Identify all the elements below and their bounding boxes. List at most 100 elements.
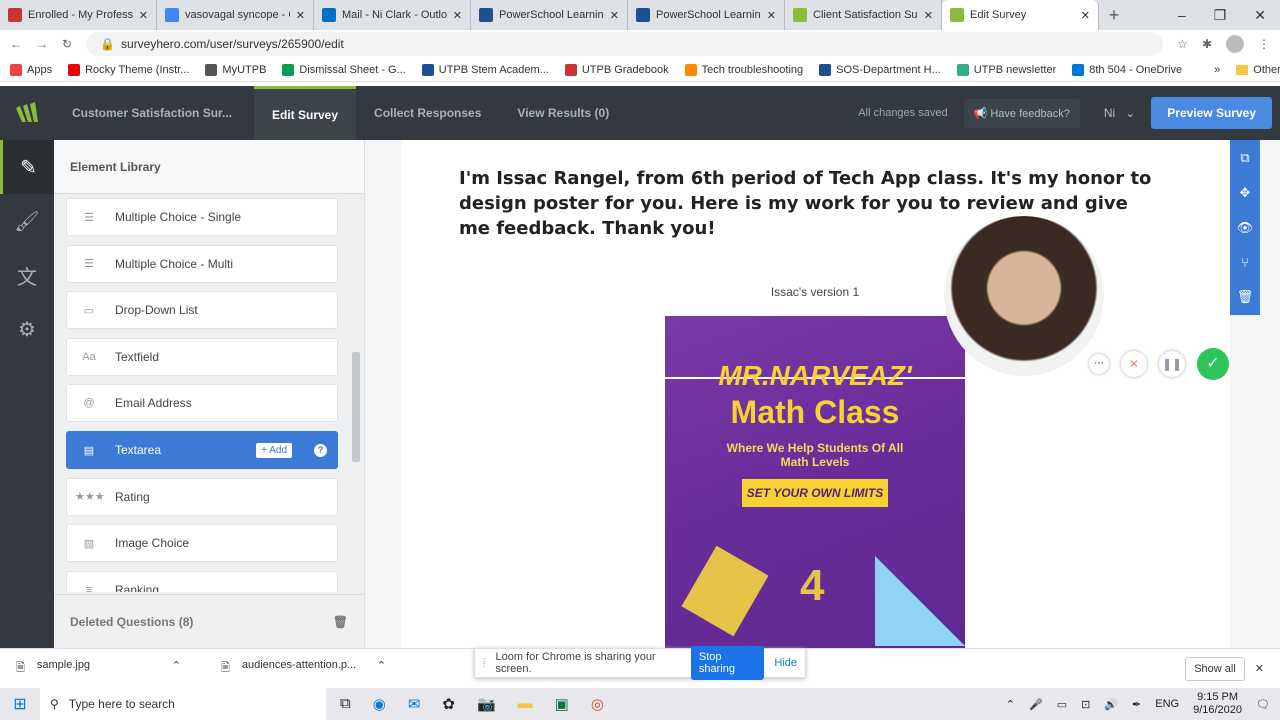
eye-icon[interactable]: 👁 (1237, 220, 1254, 236)
finish-recording-icon[interactable]: ✓ (1197, 348, 1229, 380)
extensions-icon[interactable]: ✱ (1202, 37, 1212, 51)
poster-image[interactable]: MR.NARVEAZ' Math Class Where We Help Stu… (665, 316, 965, 648)
deleted-questions[interactable]: Deleted Questions (8) 🗑 (54, 594, 364, 648)
mic-icon[interactable]: 🎤 (1029, 698, 1043, 711)
webcam-bubble[interactable] (944, 216, 1104, 376)
mail-icon[interactable]: ✉ (408, 695, 421, 713)
bookmark[interactable]: UTPB Stem Academ... (421, 63, 549, 76)
pause-icon[interactable]: ❚❚ (1159, 351, 1185, 377)
trash-icon[interactable]: 🗑 (1237, 289, 1254, 305)
gear-icon[interactable]: ⚙ (0, 302, 54, 356)
library-item[interactable]: ☰ Multiple Choice - Multi (66, 244, 338, 283)
surveyhero-logo[interactable] (0, 102, 54, 124)
library-item[interactable]: ★★★ Rating (66, 477, 338, 516)
app-icon[interactable]: ✿ (442, 695, 455, 713)
maximize-button[interactable]: ❐ (1214, 7, 1227, 24)
more-icon[interactable]: ⋯ (1089, 354, 1109, 374)
library-item[interactable]: @ Email Address (66, 384, 338, 423)
library-item[interactable]: Aa Textfield (66, 337, 338, 376)
bookmark[interactable]: 8th 504 - OneDrive (1072, 63, 1182, 76)
excel-icon[interactable]: ▣ (555, 695, 569, 713)
browser-tab[interactable]: Mail - Ni Clark - Outlo ✕ (314, 0, 471, 30)
close-downloads-icon[interactable]: ✕ (1255, 662, 1264, 675)
close-tab-icon[interactable]: ✕ (610, 9, 619, 22)
cancel-recording-icon[interactable]: ✕ (1121, 351, 1147, 377)
menu-icon[interactable]: ⋮ (1258, 37, 1270, 51)
other-bookmarks[interactable]: Other bookmarks (1236, 64, 1280, 76)
browser-tab[interactable]: Client Satisfaction Surv ✕ (785, 0, 942, 30)
library-item[interactable]: ☰ Multiple Choice - Single (66, 198, 338, 236)
url-input[interactable]: 🔒 surveyhero.com/user/surveys/265900/edit (86, 32, 1164, 56)
browser-tab[interactable]: vasovagal syncope - Go✕ (157, 0, 314, 30)
bookmark[interactable]: UTPB Gradebook (564, 63, 669, 76)
stop-sharing-button[interactable]: Stop sharing (690, 646, 765, 680)
tray-chevron-icon[interactable]: ⌃ (1006, 698, 1015, 711)
browser-tab[interactable]: Edit Survey ✕ (942, 0, 1099, 30)
library-item[interactable]: ▤ Textarea + Add? (66, 431, 338, 469)
pencil-icon[interactable]: ✎ (0, 140, 54, 194)
language-indicator[interactable]: ENG (1155, 698, 1179, 710)
close-tab-icon[interactable]: ✕ (139, 9, 148, 22)
profile-avatar[interactable] (1226, 35, 1244, 53)
bookmark[interactable]: Dismissal Sheet - G... (282, 63, 406, 76)
tab-edit-survey[interactable]: Edit Survey (254, 86, 357, 140)
volume-icon[interactable]: 🔊 (1104, 698, 1118, 711)
pen-icon[interactable]: ✒ (1132, 698, 1141, 711)
battery-icon[interactable]: ▭ (1057, 698, 1067, 711)
library-item[interactable]: ▭ Drop-Down List (66, 291, 338, 330)
branch-icon[interactable]: ⑂ (1241, 255, 1249, 270)
edge-icon[interactable]: ◉ (373, 695, 386, 713)
browser-tab[interactable]: PowerSchool Learning ✕ (628, 0, 785, 30)
back-icon[interactable]: ← (10, 37, 22, 51)
close-tab-icon[interactable]: ✕ (767, 9, 776, 22)
download-item[interactable]: 🗎 audiences-attention.p... ⌃ (221, 659, 386, 678)
close-tab-icon[interactable]: ✕ (453, 9, 462, 22)
bookmark[interactable]: Apps (10, 63, 52, 76)
survey-name[interactable]: Customer Satisfaction Sur... (54, 86, 254, 140)
add-button[interactable]: + Add (256, 442, 292, 458)
chevron-up-icon[interactable]: ⌃ (172, 659, 181, 678)
hide-button[interactable]: Hide (774, 657, 797, 669)
user-menu[interactable]: Ni ⌄ (1104, 106, 1135, 120)
show-all-button[interactable]: Show all (1185, 656, 1245, 681)
help-icon[interactable]: ? (314, 443, 327, 457)
move-icon[interactable]: ✥ (1240, 185, 1251, 201)
forward-icon[interactable]: → (36, 37, 48, 51)
windows-start-icon[interactable]: ⊞ (0, 694, 40, 714)
close-tab-icon[interactable]: ✕ (296, 9, 305, 22)
reload-icon[interactable]: ↻ (62, 37, 72, 51)
download-item[interactable]: 🗎 sample.jpg ⌃ (16, 659, 181, 678)
brush-icon[interactable]: 🖌 (0, 194, 54, 248)
tab-collect-responses[interactable]: Collect Responses (356, 86, 499, 140)
network-icon[interactable]: ⊡ (1081, 698, 1090, 711)
new-tab-button[interactable]: + (1099, 0, 1129, 30)
drag-handle-icon[interactable]: ⦙ (483, 657, 485, 670)
chevron-up-icon[interactable]: ⌃ (377, 659, 386, 678)
browser-tab[interactable]: Enrolled - My Professio ✕ (0, 0, 157, 30)
copy-icon[interactable]: ⧉ (1240, 150, 1249, 166)
bookmark[interactable]: Tech troubleshooting (684, 63, 803, 76)
chrome-icon[interactable]: ◎ (591, 695, 604, 713)
library-item[interactable]: ▨ Image Choice (66, 524, 338, 563)
bookmark[interactable]: UTPB newsletter (956, 63, 1056, 76)
close-window-button[interactable]: ✕ (1254, 7, 1266, 24)
camera-icon[interactable]: 📷 (477, 695, 496, 713)
taskbar-search[interactable]: ⚲ Type here to search (40, 688, 326, 720)
trash-icon[interactable]: 🗑 (333, 615, 348, 629)
more-bookmarks-icon[interactable]: » (1214, 64, 1220, 76)
close-tab-icon[interactable]: ✕ (1081, 9, 1090, 22)
scrollbar[interactable] (352, 200, 360, 590)
close-tab-icon[interactable]: ✕ (924, 9, 933, 22)
tab-view-results[interactable]: View Results (0) (499, 86, 627, 140)
minimize-button[interactable]: – (1178, 7, 1186, 23)
bookmark[interactable]: Rocky Theme (Instr... (68, 63, 189, 76)
browser-tab[interactable]: PowerSchool Learning ✕ (471, 0, 628, 30)
translate-icon[interactable]: 文 (0, 248, 54, 302)
bookmark[interactable]: MyUTPB (205, 63, 266, 76)
notifications-icon[interactable]: 🗨 (1256, 698, 1270, 711)
feedback-button[interactable]: 📢 Have feedback? (963, 98, 1080, 128)
file-explorer-icon[interactable]: ▬ (518, 695, 533, 713)
task-view-icon[interactable]: ⧉ (340, 695, 351, 713)
library-item[interactable]: ≡ Ranking (66, 570, 338, 592)
star-icon[interactable]: ☆ (1177, 37, 1188, 51)
